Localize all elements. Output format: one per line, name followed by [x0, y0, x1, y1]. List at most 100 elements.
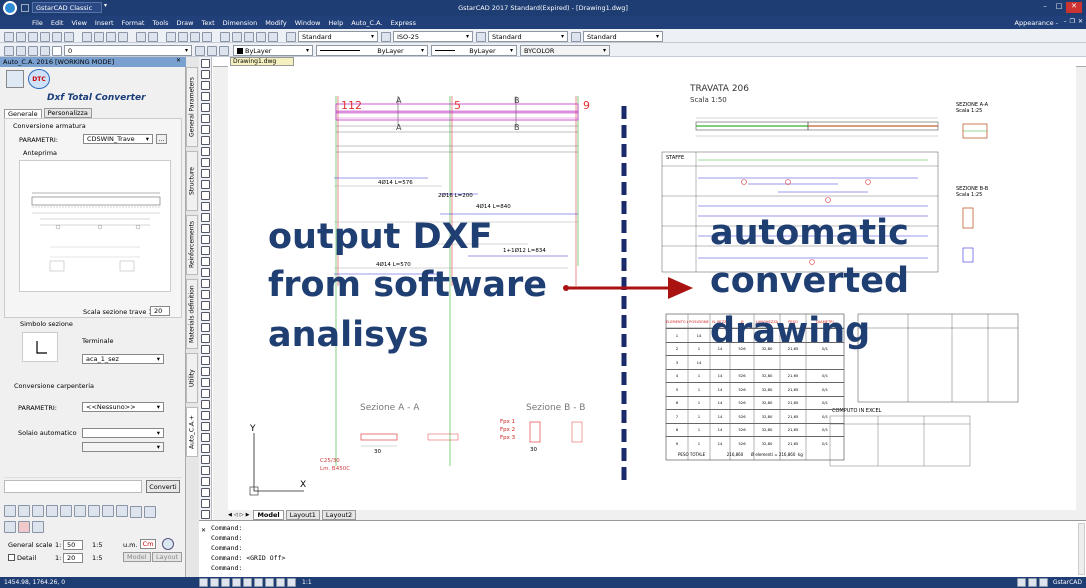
osnap-toggle-icon[interactable]: [243, 578, 252, 587]
menu-auto-c-a-[interactable]: Auto_C.A.: [351, 19, 382, 27]
parametri-browse-button[interactable]: ...: [156, 134, 167, 144]
menu-modify[interactable]: Modify: [265, 19, 287, 27]
detail-checkbox[interactable]: [8, 554, 15, 561]
zoom-tool-icon[interactable]: [200, 455, 210, 464]
tab-model[interactable]: Model: [253, 510, 284, 520]
workspace-status-icon[interactable]: [1016, 578, 1026, 587]
layout-nav-next-icon[interactable]: ▷: [240, 512, 244, 518]
table-tool-icon[interactable]: [116, 504, 128, 517]
menu-view[interactable]: View: [71, 19, 86, 27]
command-close-icon[interactable]: ✕: [201, 527, 206, 534]
menu-window[interactable]: Window: [295, 19, 321, 27]
make-current-layer-icon[interactable]: [195, 45, 205, 56]
tab-personalizza[interactable]: Personalizza: [43, 108, 92, 118]
layer-color-icon[interactable]: [52, 45, 62, 56]
menu-file[interactable]: File: [32, 19, 43, 27]
solaio-select[interactable]: ▾: [82, 428, 164, 438]
area-tool-icon[interactable]: [200, 444, 210, 453]
spline-tool-icon[interactable]: [200, 125, 210, 134]
circle-tool-icon[interactable]: [200, 92, 210, 101]
undo-icon[interactable]: [136, 31, 146, 42]
polyline-tool-icon[interactable]: [200, 70, 210, 79]
redraw-tool-icon[interactable]: [200, 488, 210, 497]
lineweight-toggle-icon[interactable]: [265, 578, 274, 587]
break-tool-icon[interactable]: [200, 334, 210, 343]
paste-icon[interactable]: [106, 31, 116, 42]
wall-tool-icon[interactable]: [46, 504, 58, 517]
dtc-logo-icon[interactable]: DTC: [28, 69, 50, 89]
model-space-icon[interactable]: [276, 578, 285, 587]
settings-tool-icon[interactable]: [32, 521, 44, 533]
drawing-canvas[interactable]: 112 5 9 A B A B 4Ø14 L=576 2Ø16 L=200 4Ø…: [228, 66, 1076, 510]
panel-layout-button[interactable]: Layout: [152, 552, 183, 562]
dim-style-icon[interactable]: [381, 31, 391, 42]
measure-tool-icon[interactable]: [200, 422, 210, 431]
grid-toggle-icon[interactable]: [210, 578, 219, 587]
table-style-icon[interactable]: [476, 31, 486, 42]
layout-nav-prev-icon[interactable]: ◁: [234, 512, 238, 518]
distance-tool-icon[interactable]: [200, 433, 210, 442]
general-scale-input[interactable]: 50: [63, 540, 83, 550]
fillet-tool-icon[interactable]: [200, 356, 210, 365]
stretch-tool-icon[interactable]: [200, 301, 210, 310]
chamfer-tool-icon[interactable]: [200, 345, 210, 354]
doc-restore-icon[interactable]: ❐: [1070, 18, 1075, 25]
layer-states-icon[interactable]: [219, 45, 229, 56]
ortho-toggle-icon[interactable]: [221, 578, 230, 587]
trim-tool-icon[interactable]: [200, 312, 210, 321]
appearance-menu[interactable]: Appearance -: [1015, 19, 1058, 27]
menu-edit[interactable]: Edit: [51, 19, 64, 27]
publish-icon[interactable]: [64, 31, 74, 42]
tab-generale[interactable]: Generale: [4, 108, 42, 118]
extend-tool-icon[interactable]: [200, 323, 210, 332]
rotate-tool-icon[interactable]: [200, 279, 210, 288]
polar-toggle-icon[interactable]: [232, 578, 241, 587]
solaio-select-2[interactable]: ▾: [82, 442, 164, 452]
rectangle-tool-icon[interactable]: [200, 103, 210, 112]
layout-nav-first-icon[interactable]: ◀: [228, 512, 232, 518]
table-style-select[interactable]: Standard: [488, 31, 568, 42]
color-select[interactable]: ByLayer: [233, 45, 313, 56]
redo-icon[interactable]: [148, 31, 158, 42]
stirrup-tool-icon[interactable]: [88, 504, 100, 517]
leader-tool-icon[interactable]: [200, 224, 210, 233]
explode-tool-icon[interactable]: [200, 367, 210, 376]
light-bulb-icon[interactable]: [16, 45, 26, 56]
section-tool-icon[interactable]: [102, 504, 114, 517]
text-tool-icon[interactable]: [200, 191, 210, 200]
slab-tool-icon[interactable]: [60, 504, 72, 517]
minimize-icon[interactable]: –: [1038, 2, 1052, 13]
side-tab-general-parameters[interactable]: General Parameters: [186, 67, 198, 147]
menu-format[interactable]: Format: [122, 19, 145, 27]
scale-tool-icon[interactable]: [200, 290, 210, 299]
dimension-tool-icon[interactable]: [200, 213, 210, 222]
close-icon[interactable]: ✕: [1066, 2, 1082, 13]
mleader-style-select[interactable]: Standard: [583, 31, 663, 42]
detail-input[interactable]: 20: [63, 553, 83, 563]
maximize-icon[interactable]: □: [1052, 2, 1066, 13]
otrack-toggle-icon[interactable]: [254, 578, 263, 587]
open-icon[interactable]: [16, 31, 26, 42]
side-tab-auto-ca[interactable]: Auto_C.A.+: [186, 407, 198, 457]
column-tool-icon[interactable]: [18, 504, 30, 517]
menu-text[interactable]: Text: [201, 19, 214, 27]
plinth-tool-icon[interactable]: [32, 504, 44, 517]
sun-icon[interactable]: [28, 45, 38, 56]
properties-icon[interactable]: [220, 31, 230, 42]
parametri-select[interactable]: CDSWIN_Trave ▾: [83, 134, 153, 144]
tool-palette-icon[interactable]: [244, 31, 254, 42]
panel-model-button[interactable]: Model: [123, 552, 151, 562]
bar-tool-icon[interactable]: [74, 504, 86, 517]
doc-minimize-icon[interactable]: –: [1064, 18, 1067, 25]
offset-tool-icon[interactable]: [200, 235, 210, 244]
lock-icon[interactable]: [40, 45, 50, 56]
save-icon[interactable]: [28, 31, 38, 42]
copy-icon[interactable]: [94, 31, 104, 42]
scala-input[interactable]: 20: [150, 306, 170, 316]
zoom-window-icon[interactable]: [190, 31, 200, 42]
hatch-tool-icon[interactable]: [200, 147, 210, 156]
move-tool-icon[interactable]: [200, 268, 210, 277]
converti-button[interactable]: Converti: [146, 480, 180, 493]
menu-tools[interactable]: Tools: [152, 19, 168, 27]
lock-status-icon[interactable]: [1027, 578, 1037, 587]
